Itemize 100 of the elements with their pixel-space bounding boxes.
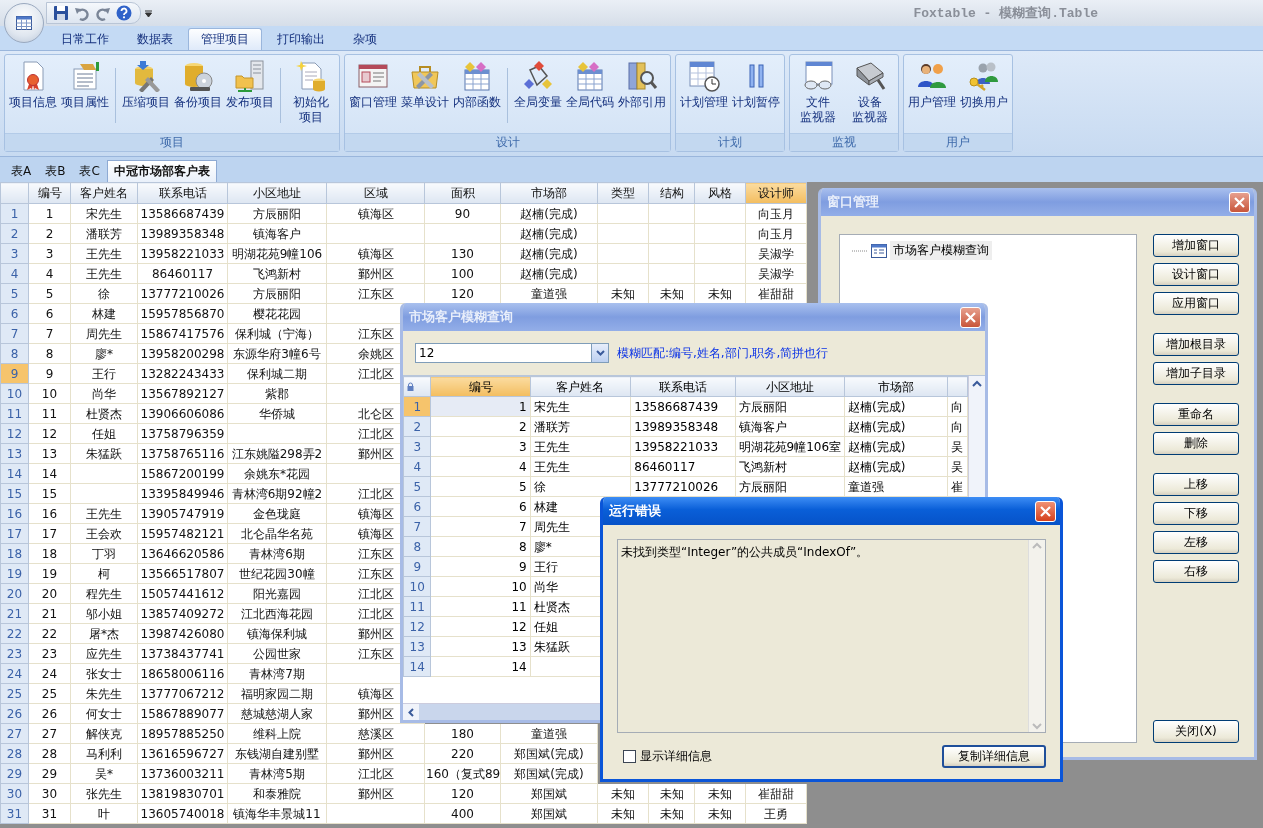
- dialog-button[interactable]: 增加子目录: [1153, 362, 1239, 385]
- dialog-button[interactable]: 应用窗口: [1153, 292, 1239, 315]
- row-header[interactable]: 1: [0, 203, 29, 224]
- row-header[interactable]: 14: [403, 656, 431, 677]
- row-header[interactable]: 4: [403, 456, 431, 477]
- ribbon-tab[interactable]: 杂项: [340, 28, 390, 50]
- row-header[interactable]: 3: [403, 436, 431, 457]
- ribbon-button[interactable]: 菜单设计: [399, 58, 451, 133]
- column-header[interactable]: 客户姓名: [530, 376, 631, 397]
- column-header[interactable]: 客户姓名: [70, 182, 138, 204]
- ribbon-button[interactable]: 计划暂停: [730, 58, 782, 133]
- column-header[interactable]: 小区地址: [735, 376, 845, 397]
- column-header[interactable]: 小区地址: [227, 182, 327, 204]
- row-header[interactable]: 30: [0, 783, 29, 804]
- row-header[interactable]: 7: [403, 516, 431, 537]
- row-header[interactable]: 2: [0, 223, 29, 244]
- ribbon-button[interactable]: 用户管理: [906, 58, 958, 133]
- sheet-tab[interactable]: 表A: [4, 160, 39, 182]
- ribbon-button[interactable]: 压缩项目: [120, 58, 172, 133]
- undo-button[interactable]: [74, 5, 90, 21]
- row-header[interactable]: 21: [0, 603, 29, 624]
- column-header[interactable]: 面积: [424, 182, 501, 204]
- checkbox[interactable]: [623, 749, 636, 763]
- column-header[interactable]: 联系电话: [137, 182, 228, 204]
- copy-details-button[interactable]: 复制详细信息: [942, 744, 1046, 768]
- row-header[interactable]: 5: [0, 283, 29, 304]
- row-header[interactable]: 14: [0, 463, 29, 484]
- column-header[interactable]: 风格: [694, 182, 746, 204]
- dialog-button[interactable]: 增加根目录: [1153, 333, 1239, 356]
- row-header[interactable]: 10: [0, 383, 29, 404]
- column-header[interactable]: 联系电话: [630, 376, 736, 397]
- row-header[interactable]: 24: [0, 663, 29, 684]
- customize-menu-button[interactable]: [145, 9, 152, 17]
- sheet-tab[interactable]: 表C: [72, 160, 107, 182]
- window-titlebar[interactable]: 运行错误: [603, 497, 1060, 525]
- row-header[interactable]: 3: [0, 243, 29, 264]
- column-header[interactable]: 市场部: [500, 182, 598, 204]
- dialog-button[interactable]: 删除: [1153, 432, 1239, 455]
- redo-button[interactable]: [95, 5, 111, 21]
- row-header[interactable]: 27: [0, 723, 29, 744]
- dialog-button[interactable]: 上移: [1153, 473, 1239, 496]
- ribbon-button[interactable]: 窗口管理: [347, 58, 399, 133]
- ribbon-button[interactable]: 初始化 项目: [285, 58, 337, 133]
- column-header[interactable]: 编号: [430, 376, 531, 397]
- row-header[interactable]: 12: [0, 423, 29, 444]
- close-button[interactable]: [960, 306, 981, 328]
- column-header[interactable]: 编号: [28, 182, 71, 204]
- row-header[interactable]: 2: [403, 416, 431, 437]
- column-header[interactable]: 结构: [648, 182, 695, 204]
- row-header[interactable]: 31: [0, 803, 29, 824]
- row-header[interactable]: 8: [0, 343, 29, 364]
- row-header[interactable]: 11: [403, 596, 431, 617]
- dialog-button[interactable]: 下移: [1153, 502, 1239, 525]
- row-header[interactable]: 18: [0, 543, 29, 564]
- ribbon-button[interactable]: 内部函数: [451, 58, 503, 133]
- ribbon-button[interactable]: 文件 监视器: [792, 58, 844, 133]
- close-dialog-button[interactable]: 关闭(X): [1153, 720, 1239, 743]
- row-header[interactable]: 12: [403, 616, 431, 637]
- scroll-left-button[interactable]: [403, 704, 419, 720]
- ribbon-tab[interactable]: 数据表: [124, 28, 186, 50]
- dialog-button[interactable]: 增加窗口: [1153, 234, 1239, 257]
- save-button[interactable]: [53, 5, 69, 21]
- ribbon-button[interactable]: 项目信息: [7, 58, 59, 133]
- app-menu-button[interactable]: [4, 3, 44, 43]
- dialog-button[interactable]: 左移: [1153, 531, 1239, 554]
- row-header[interactable]: 23: [0, 643, 29, 664]
- ribbon-button[interactable]: 设备 监视器: [844, 58, 896, 133]
- checkbox-label[interactable]: 显示详细信息: [640, 747, 712, 765]
- search-field[interactable]: 12: [415, 343, 591, 363]
- row-header[interactable]: 19: [0, 563, 29, 584]
- row-header[interactable]: 4: [0, 263, 29, 284]
- row-header[interactable]: 9: [0, 363, 29, 384]
- dropdown-button[interactable]: [591, 343, 609, 363]
- row-header[interactable]: 29: [0, 763, 29, 784]
- close-button[interactable]: [1229, 191, 1250, 213]
- row-header[interactable]: 7: [0, 323, 29, 344]
- row-header[interactable]: 6: [403, 496, 431, 517]
- dialog-button[interactable]: 重命名: [1153, 403, 1239, 426]
- dialog-button[interactable]: 设计窗口: [1153, 263, 1239, 286]
- ribbon-button[interactable]: 计划管理: [678, 58, 730, 133]
- column-header[interactable]: 市场部: [844, 376, 948, 397]
- row-header[interactable]: 1: [403, 396, 431, 417]
- column-header[interactable]: 类型: [597, 182, 649, 204]
- row-header[interactable]: 11: [0, 403, 29, 424]
- vertical-scrollbar[interactable]: [1028, 540, 1045, 732]
- ribbon-button[interactable]: 全局变量: [512, 58, 564, 133]
- row-header[interactable]: 28: [0, 743, 29, 764]
- ribbon-button[interactable]: 项目属性: [59, 58, 111, 133]
- ribbon-button[interactable]: 外部引用: [616, 58, 668, 133]
- row-header[interactable]: 8: [403, 536, 431, 557]
- ribbon-tab[interactable]: 日常工作: [48, 28, 122, 50]
- row-header[interactable]: 22: [0, 623, 29, 644]
- ribbon-tab[interactable]: 管理项目: [188, 28, 262, 50]
- column-header[interactable]: 设计师: [745, 182, 807, 204]
- row-header[interactable]: 20: [0, 583, 29, 604]
- row-header[interactable]: 26: [0, 703, 29, 724]
- row-header[interactable]: 17: [0, 523, 29, 544]
- row-header[interactable]: 13: [0, 443, 29, 464]
- close-button[interactable]: [1035, 500, 1056, 522]
- row-header[interactable]: 16: [0, 503, 29, 524]
